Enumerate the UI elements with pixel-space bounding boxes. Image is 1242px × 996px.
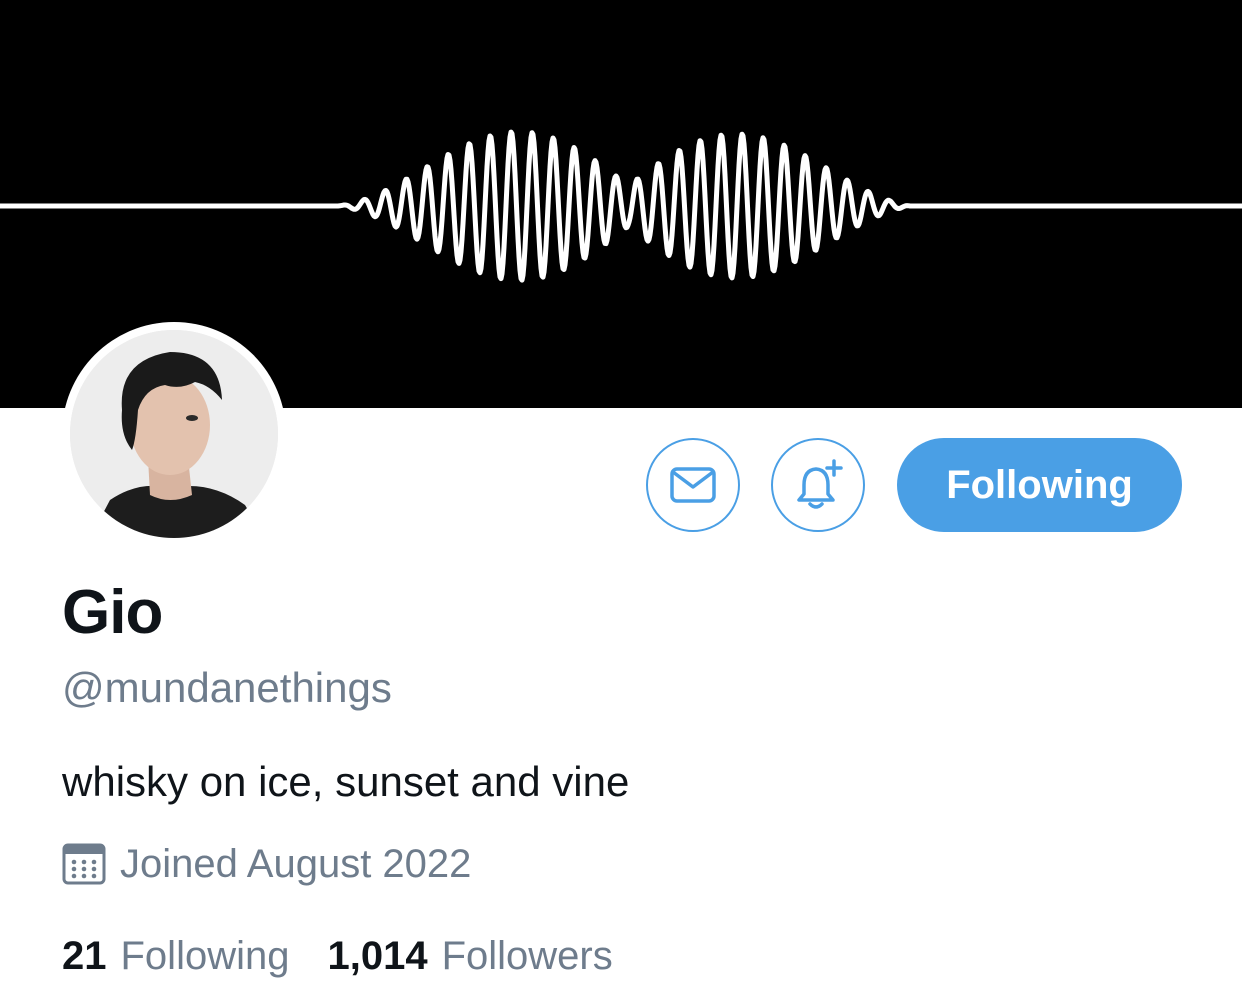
bell-plus-icon (790, 457, 846, 513)
following-count: 21 (62, 934, 107, 978)
notifications-button[interactable] (771, 438, 865, 532)
join-date: Joined August 2022 (62, 838, 471, 890)
followers-stat[interactable]: 1,014 Followers (327, 930, 612, 982)
following-button[interactable]: Following (897, 438, 1182, 532)
username-handle: @mundanethings (62, 664, 392, 711)
mail-icon (669, 465, 717, 505)
calendar-icon (62, 842, 106, 886)
avatar[interactable] (62, 322, 286, 546)
profile-page: Following Gio @mundanethings whisky on i… (0, 0, 1242, 996)
profile-stats: 21 Following 1,014 Followers (62, 930, 613, 982)
avatar-image (70, 330, 278, 538)
join-date-text: Joined August 2022 (120, 841, 472, 886)
followers-count: 1,014 (327, 934, 428, 978)
following-label: Following (120, 934, 290, 978)
following-stat[interactable]: 21 Following (62, 930, 289, 982)
profile-bio: whisky on ice, sunset and vine (62, 758, 630, 805)
display-name: Gio (62, 578, 163, 647)
message-button[interactable] (646, 438, 740, 532)
followers-label: Followers (441, 934, 613, 978)
